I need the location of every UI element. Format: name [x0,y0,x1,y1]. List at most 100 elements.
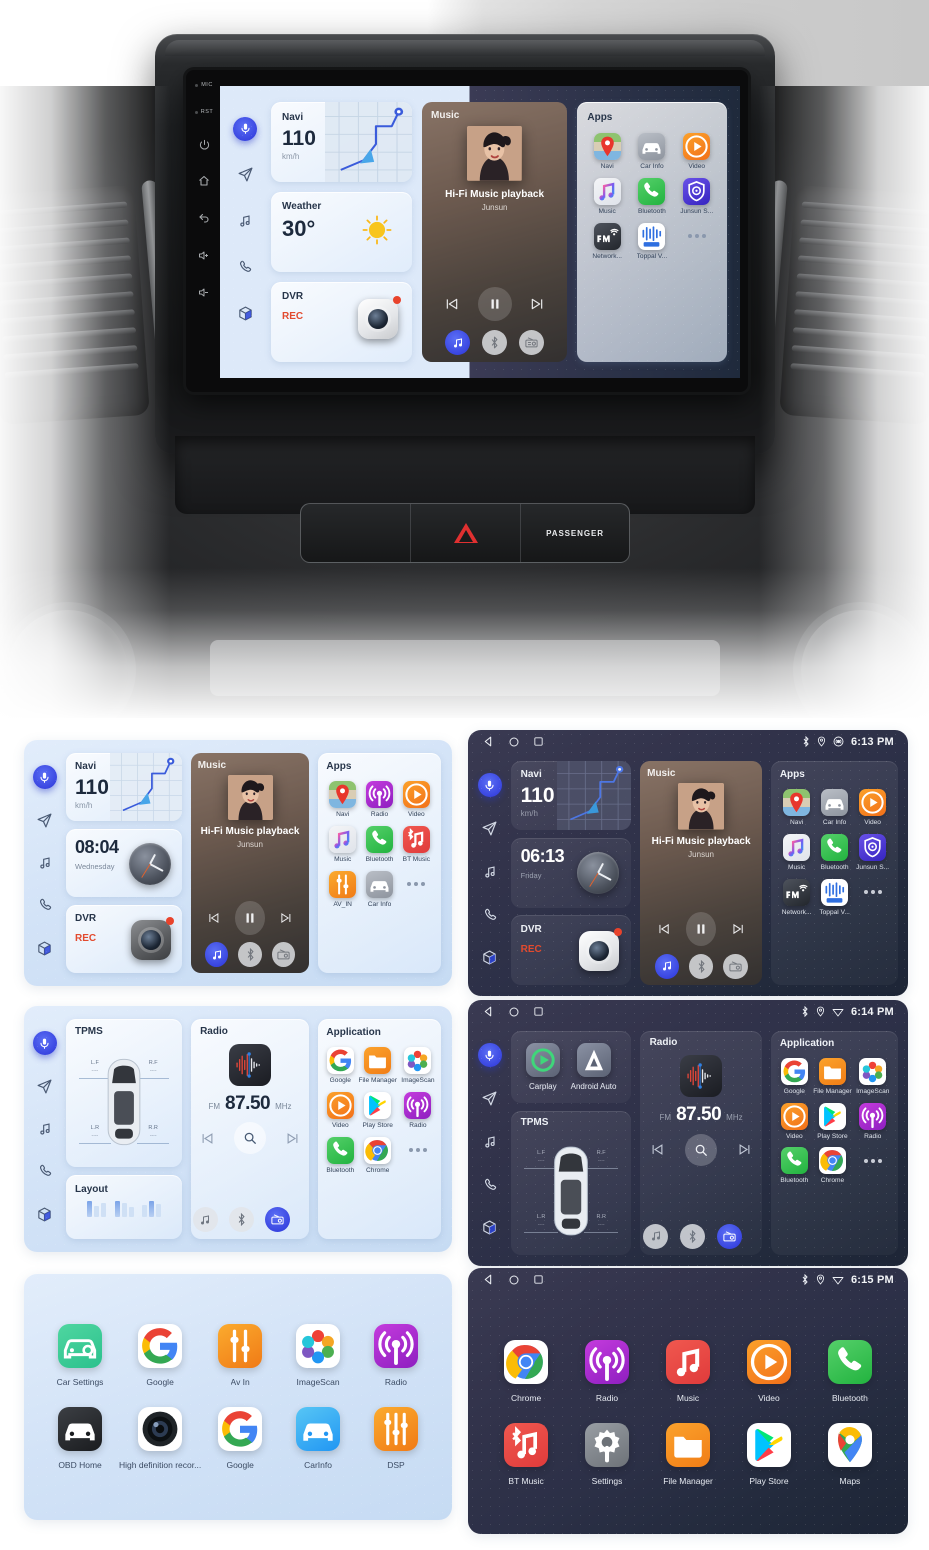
bt-music-icon[interactable] [504,1422,549,1467]
music-source-icon[interactable] [205,942,229,968]
app-item[interactable]: CarInfo [279,1407,357,1470]
dsp-icon[interactable] [373,1407,418,1452]
app-item[interactable]: Google [780,1057,809,1095]
app-item[interactable]: Video [728,1340,809,1403]
widget-apps[interactable]: Apps Navi Radio Video Music Bluetooth BT Musi… [317,752,442,974]
radio-icon[interactable] [859,1102,887,1130]
app-item[interactable]: Network... [587,222,627,260]
ui-radio-light[interactable]: TPMS L.F ---- R.F ---- L.R ---- R.R ---- La [24,1006,452,1252]
app-item[interactable]: Car Settings [41,1323,119,1387]
video-icon[interactable] [402,780,430,808]
app-item[interactable]: Radio [567,1340,648,1403]
app-item[interactable]: Google [201,1407,279,1470]
sidebar-rail-s2[interactable] [468,761,511,985]
pause-icon[interactable] [477,287,512,322]
widget-clock[interactable]: 06:13 Friday [511,837,632,908]
sidebar-rail-s1[interactable] [24,753,66,973]
volume-up-icon[interactable] [195,247,213,263]
search-icon[interactable] [234,1122,267,1155]
widget-layout[interactable]: Layout [65,1174,183,1240]
sidebar-item-navigation[interactable] [33,808,57,832]
sidebar-item-apps[interactable] [478,946,502,970]
app-item[interactable]: File Manager [813,1057,852,1095]
settings-icon[interactable] [585,1422,630,1467]
apps-grid[interactable]: Navi Car Info Video Music Bluetooth Junsun S.… [587,133,716,260]
sidebar-item-phone[interactable] [478,1173,502,1197]
bluetooth-icon[interactable] [827,1340,872,1385]
more-dots-icon[interactable] [408,1137,427,1164]
app-drawer-grid[interactable]: Chrome Radio Music Video Bluetooth BT Music Se… [468,1292,908,1534]
home-icon[interactable] [508,1274,520,1286]
chrome-icon[interactable] [364,1136,392,1164]
radio-icon[interactable] [366,780,394,808]
car-info-icon[interactable] [366,870,394,898]
app-item[interactable] [400,871,433,908]
app-item[interactable]: Radio [357,1323,435,1387]
prev-icon[interactable] [650,1142,665,1157]
av-in-icon[interactable] [329,870,357,898]
widget-dvr[interactable]: DVR REC [511,915,632,985]
recents-icon[interactable] [533,1006,544,1017]
junsun-icon[interactable] [859,833,887,861]
screenshot-drawer-dark[interactable]: 6:15 PM Chrome Radio Music Video Bluetooth BT… [468,1268,908,1534]
sidebar-item-voice-assistant[interactable] [477,1043,502,1068]
prev-icon[interactable] [444,296,460,312]
ui-home-light[interactable]: Navi 110 km/h 08:04 Wednesday DVR REC Mu… [24,740,452,986]
navi-icon[interactable] [593,133,621,161]
sidebar-rail-s3[interactable] [24,1019,66,1239]
car-settings-icon[interactable] [58,1323,103,1368]
music-source-icon[interactable] [192,1207,218,1233]
maps-icon[interactable] [827,1422,872,1467]
app-item[interactable]: Navi [780,789,814,826]
widget-navi[interactable]: Navi 110 km/h [65,752,183,822]
bluetooth-icon[interactable] [638,178,666,206]
app-item[interactable]: Radio [363,780,396,818]
carplay-item[interactable]: Carplay [525,1042,560,1091]
music-icon[interactable] [593,178,621,206]
widget-music[interactable]: Music Hi-Fi Music playback Junsun [639,760,763,985]
app-item[interactable]: Music [648,1340,729,1403]
junsun-icon[interactable] [683,178,711,206]
app-item[interactable]: AV_IN [326,870,359,908]
app-item[interactable]: Bluetooth [326,1136,354,1174]
widget-dvr[interactable]: DVR REC [270,281,413,363]
carplay-pair[interactable]: Carplay Android Auto [511,1031,631,1103]
sidebar-item-music[interactable] [478,860,502,884]
sidebar-item-apps[interactable] [33,1202,57,1226]
sidebar-item-voice-assistant[interactable] [477,773,502,798]
app-item[interactable]: Network... [780,878,814,916]
widget-tpms[interactable]: TPMS L.F ---- R.F ---- L.R ---- R.R ---- [511,1110,632,1255]
bluetooth-icon[interactable] [326,1136,354,1164]
play-store-icon[interactable] [818,1102,846,1130]
app-item[interactable]: Bluetooth [632,178,672,215]
image-scan-icon[interactable] [296,1323,341,1368]
next-icon[interactable] [731,921,745,937]
app-item[interactable]: Radio [856,1102,889,1140]
screenshot-home-light[interactable]: Navi 110 km/h 08:04 Wednesday DVR REC Mu… [24,740,452,986]
music-source-icon[interactable] [445,330,471,356]
widget-apps[interactable]: Apps Navi Car Info Video Music Bluetooth Juns… [576,101,727,363]
app-item[interactable]: Toppal V... [818,878,852,916]
app-item[interactable]: Play Store [728,1422,809,1486]
app-item[interactable]: Video [780,1102,809,1140]
recents-icon[interactable] [533,736,544,747]
app-item[interactable]: Play Store [813,1102,851,1140]
sidebar-rail-hero[interactable] [220,102,271,363]
widget-application[interactable]: Application Google File Manager ImageScan V… [770,1030,899,1255]
widget-music[interactable]: Music Hi-Fi Music playback Junsun [422,101,567,363]
app-item[interactable]: Av In [201,1323,279,1387]
app-item[interactable]: Chrome [359,1136,397,1174]
radio-icon[interactable] [404,1091,432,1119]
screenshot-home-dark[interactable]: 6:13 PM Navi 110 km/h 06:13 Friday DVR R… [468,730,908,996]
app-item[interactable]: ImageScan [279,1323,357,1387]
video-icon[interactable] [859,789,887,817]
screenshot-radio-light[interactable]: TPMS L.F ---- R.F ---- L.R ---- R.R ---- La [24,1006,452,1252]
app-item[interactable]: Chrome [486,1340,567,1403]
app-item[interactable]: Car Info [363,870,396,908]
sidebar-item-music[interactable] [33,1117,57,1141]
sidebar-item-apps[interactable] [233,301,257,325]
widget-tpms[interactable]: TPMS L.F ---- R.F ---- L.R ---- R.R ---- [65,1018,183,1168]
play-store-icon[interactable] [364,1091,392,1119]
app-item[interactable]: Toppal V... [632,222,672,260]
sidebar-item-phone[interactable] [33,1159,57,1183]
